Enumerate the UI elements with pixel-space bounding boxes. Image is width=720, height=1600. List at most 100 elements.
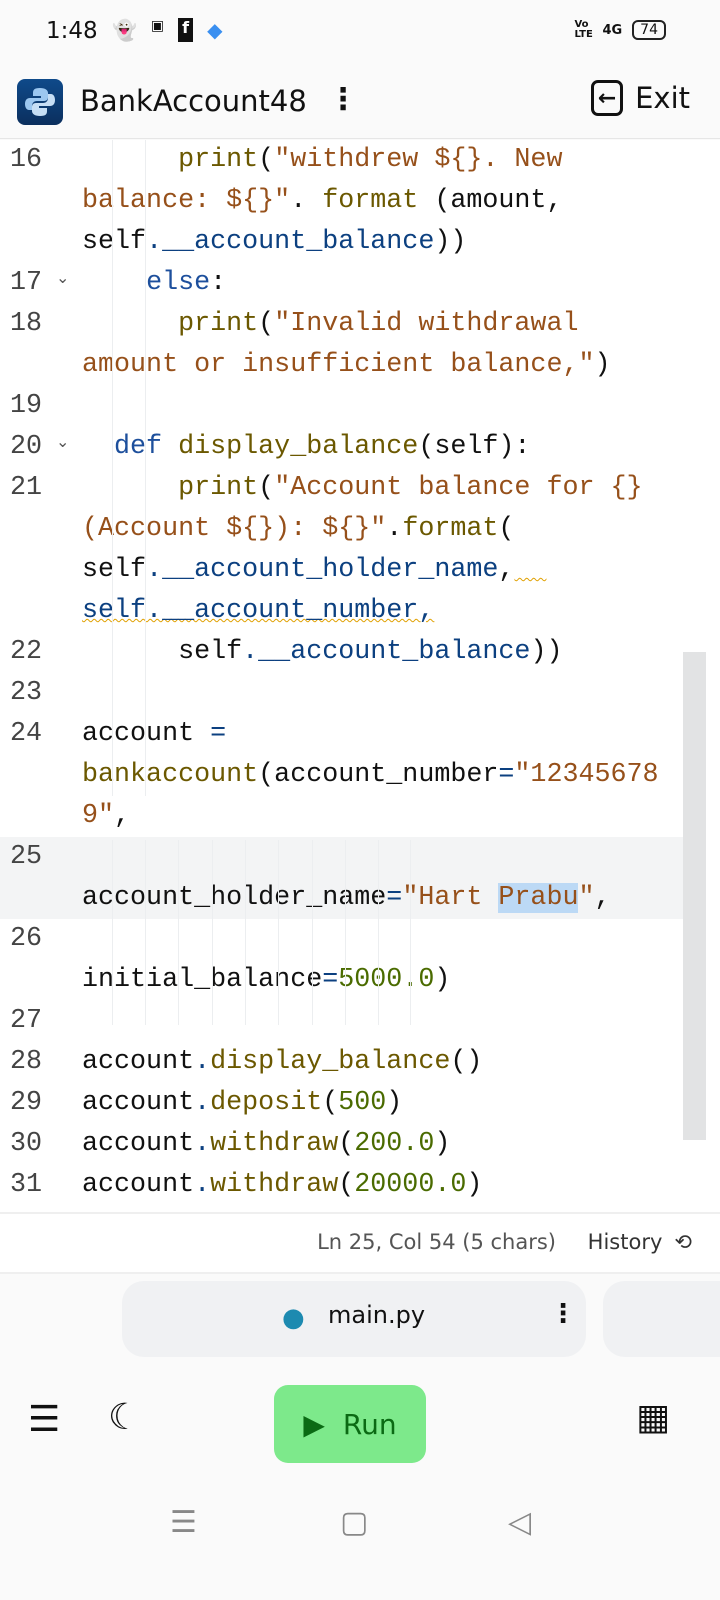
code-line[interactable]: 20 ⌄ def display_balance(self): [0,427,683,468]
line-number: 27 [10,1006,43,1036]
indent-guide [178,840,179,1025]
code-token: 500 [338,1088,387,1118]
code-line[interactable]: 16 print("withdrew ${}. New [0,140,683,181]
notification-icon: ▣ [150,18,165,34]
editor-scrollbar[interactable] [683,652,706,1140]
history-button[interactable]: History ⟲ [588,1230,692,1254]
code-text: self.__account_holder_name, [82,550,546,591]
code-line[interactable]: 23 [0,673,683,714]
file-tab-main[interactable]: ● main.py ⋮ [122,1281,586,1357]
code-token: 20000.0 [354,1170,467,1200]
code-token: deposit [210,1088,323,1118]
code-token: format [402,514,499,544]
code-line[interactable]: amount or insufficient balance,") [0,345,683,386]
code-line[interactable]: 19 [0,386,683,427]
file-options-icon[interactable]: ⋮ [550,1299,576,1329]
history-icon: ⟲ [674,1230,692,1254]
code-line[interactable]: 29 account.deposit(500) [0,1083,683,1124]
code-token: "Invalid withdrawal [274,309,579,339]
code-token: self.__account_number, [82,596,435,626]
code-text: amount or insufficient balance,") [82,345,611,386]
code-token: )) [434,227,467,257]
code-token: "12345678 [514,760,659,790]
code-line[interactable]: 31 account.withdraw(20000.0) [0,1165,683,1206]
code-token: initial_balance [82,965,323,995]
exit-button[interactable]: ← Exit [591,80,690,116]
recents-icon[interactable]: ☰ [170,1505,197,1540]
code-token: account [82,1047,195,1077]
code-line[interactable]: 21 print("Account balance for {} [0,468,683,509]
code-line[interactable]: (Account ${}): ${}".format( [0,509,683,550]
code-token: ( [258,145,275,175]
clock: 1:48 [46,18,98,44]
code-editor[interactable]: 31 account.withdraw(20000.0) 30 account.wit… [0,140,720,1212]
fold-chevron-icon[interactable]: ⌄ [56,423,69,464]
code-token: account [82,719,211,749]
code-token: 200.0 [354,1129,435,1159]
code-token: account [82,1129,195,1159]
code-token: . [386,514,403,544]
code-token: .__account_balance [146,227,435,257]
code-line[interactable]: 25 [0,837,683,878]
file-tab-next[interactable] [603,1281,720,1357]
code-token: .__account_balance [242,637,531,667]
code-line[interactable]: 28 account.display_balance() [0,1042,683,1083]
code-token: Prabu [498,883,579,913]
line-number: 16 [10,145,43,175]
grid-menu-icon[interactable]: ▦ [636,1397,670,1438]
code-line[interactable]: 27 [0,1001,683,1042]
status-bar: 1:48 👻 ▣ f ◆ Vo LTE 4G 74 [0,0,720,64]
code-token: ) [594,350,611,380]
play-icon: ▶ [303,1407,325,1441]
editor-status-bar: Ln 25, Col 54 (5 chars) History ⟲ [0,1212,720,1274]
code-line[interactable]: initial_balance=5000.0) [0,960,683,1001]
code-token: account [82,1170,195,1200]
back-icon[interactable]: ◁ [508,1505,531,1540]
code-token: . [194,1047,211,1077]
code-token: = [210,719,227,749]
more-options-icon[interactable]: ⋮ [328,82,358,117]
indent-guide [245,840,246,1025]
code-line[interactable]: account_holder_name="Hart Prabu", [0,878,683,919]
code-token: print [178,145,259,175]
ai-assistant-icon[interactable]: ☾ [108,1397,140,1438]
code-token: self [82,227,147,257]
line-number: 23 [10,678,43,708]
run-button[interactable]: ▶ Run [274,1385,426,1463]
code-token: .__account_holder_name [146,555,499,585]
code-token: . [194,1088,211,1118]
code-line[interactable]: 30 account.withdraw(200.0) [0,1124,683,1165]
code-line[interactable]: 17 ⌄ else: [0,263,683,304]
code-line[interactable]: 22 self.__account_balance)) [0,632,683,673]
code-token: (amount, [418,186,563,216]
code-line[interactable]: 18 print("Invalid withdrawal [0,304,683,345]
code-token: else [146,268,211,298]
code-token: self [82,555,147,585]
code-token: bankaccount [82,760,259,790]
code-line[interactable]: balance: ${}". format (amount, [0,181,683,222]
indent-guide [212,840,213,1025]
code-line[interactable]: 24 account = [0,714,683,755]
code-token: ) [434,1129,451,1159]
code-line[interactable]: bankaccount(account_number="12345678 [0,755,683,796]
line-number: 29 [10,1088,43,1118]
line-number: 30 [10,1129,43,1159]
line-number: 24 [10,719,43,749]
code-line[interactable]: self.__account_balance)) [0,222,683,263]
fold-chevron-icon[interactable]: ⌄ [56,259,69,300]
code-line[interactable]: 9", [0,796,683,837]
code-text: self.__account_balance)) [82,222,466,263]
layers-icon[interactable]: ☰ [28,1399,60,1440]
code-line[interactable]: 26 [0,919,683,960]
code-text: print("Invalid withdrawal [82,304,578,345]
code-line[interactable]: self.__account_holder_name, [0,550,683,591]
code-token: " [578,883,595,913]
home-icon[interactable]: ▢ [340,1505,368,1540]
code-token: print [178,473,259,503]
facebook-icon: f [178,18,194,42]
code-text: account.withdraw(200.0) [82,1124,450,1165]
code-line[interactable]: self.__account_number, [0,591,683,632]
